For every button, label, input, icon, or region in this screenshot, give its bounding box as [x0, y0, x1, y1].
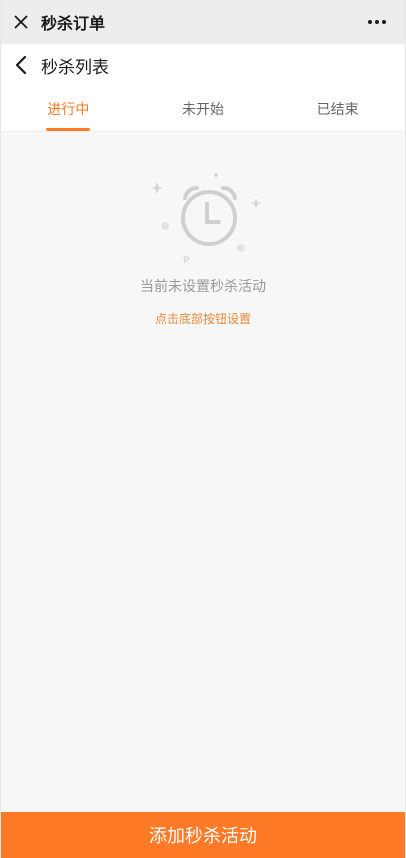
more-button[interactable] — [349, 0, 405, 44]
close-button[interactable] — [1, 0, 41, 44]
page-header: 秒杀列表 — [1, 44, 405, 86]
empty-illustration — [143, 170, 263, 266]
tab-ended[interactable]: 已结束 — [270, 86, 405, 131]
page-title: 秒杀列表 — [41, 57, 109, 78]
tab-bar: 进行中 未开始 已结束 — [1, 86, 405, 132]
alarm-clock-icon — [150, 173, 262, 264]
chevron-left-icon — [15, 55, 27, 75]
window-title: 秒杀订单 — [41, 14, 106, 33]
window-header: 秒杀订单 — [1, 0, 405, 44]
tab-label: 已结束 — [316, 101, 359, 118]
tab-in-progress[interactable]: 进行中 — [1, 86, 136, 131]
active-tab-indicator — [46, 128, 91, 131]
tab-label: 未开始 — [182, 101, 224, 118]
empty-message: 当前未设置秒杀活动 — [140, 279, 266, 295]
empty-state: 当前未设置秒杀活动 点击底部按钮设置 — [1, 170, 405, 327]
back-button[interactable] — [1, 44, 41, 86]
add-flash-sale-button[interactable]: 添加秒杀活动 — [1, 812, 405, 858]
more-dots-icon — [368, 20, 386, 24]
close-icon — [14, 15, 28, 29]
tab-not-started[interactable]: 未开始 — [136, 86, 271, 131]
tab-label: 进行中 — [47, 101, 90, 118]
empty-hint: 点击底部按钮设置 — [154, 312, 251, 326]
